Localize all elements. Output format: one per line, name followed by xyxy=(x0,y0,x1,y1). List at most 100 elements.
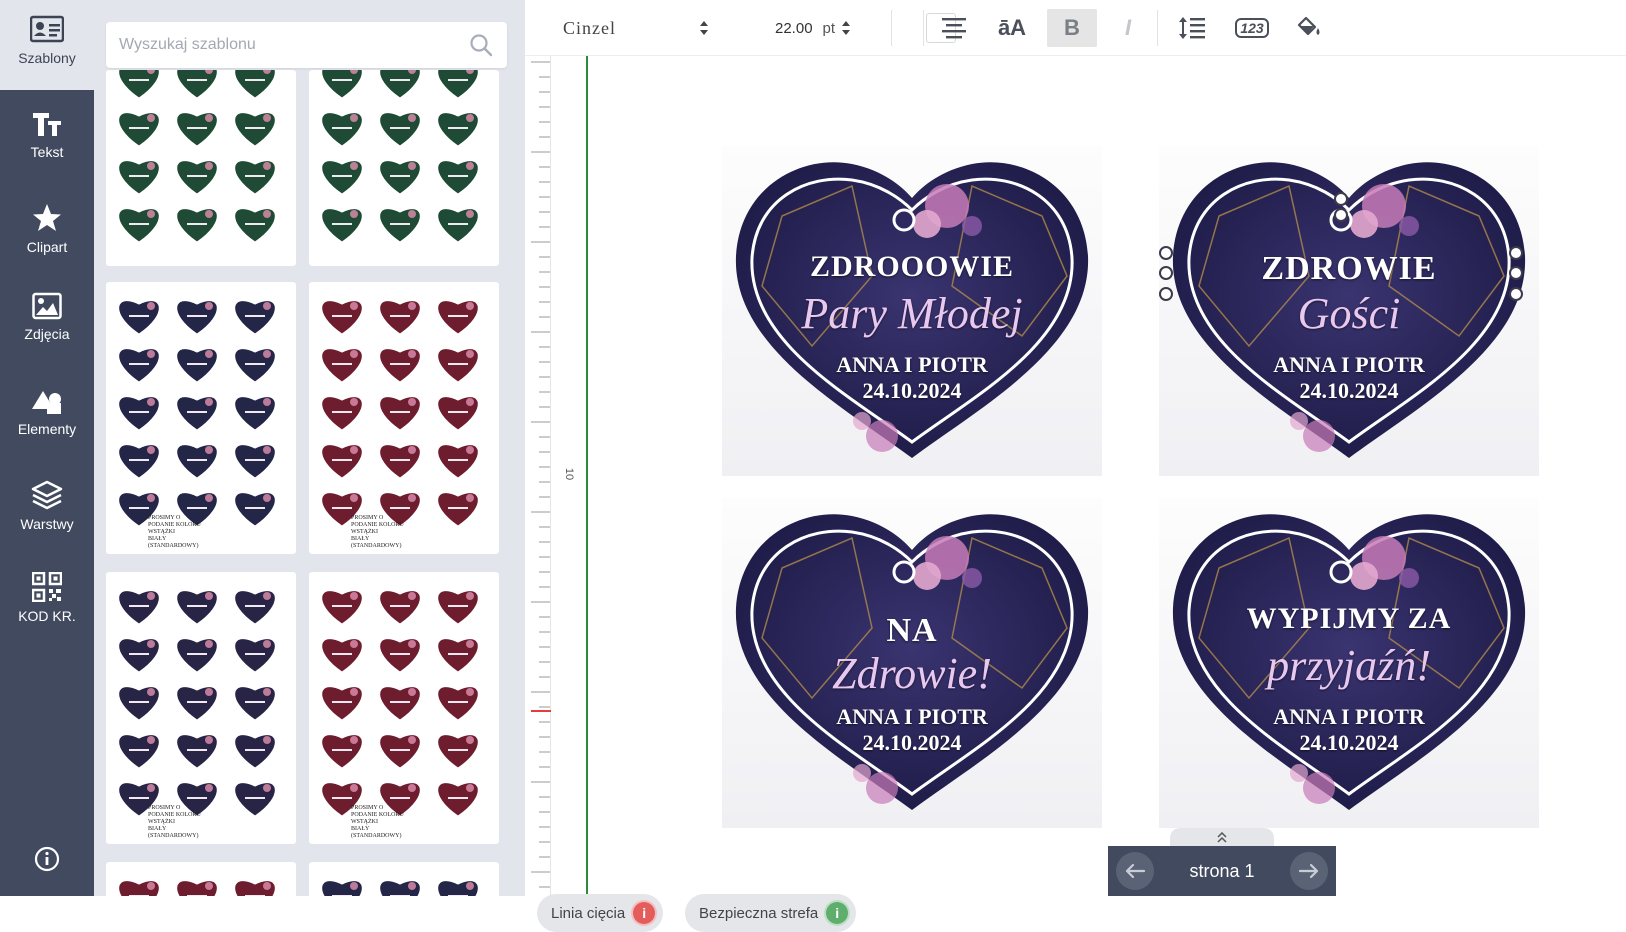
font-unit: pt xyxy=(822,19,836,37)
resize-handle[interactable] xyxy=(1334,208,1348,222)
nav-label: Zdjęcia xyxy=(24,326,70,342)
resize-handle[interactable] xyxy=(1509,246,1523,260)
heart-tag-card[interactable]: ZDROOOWIE Pary Młodej ANNA I PIOTR 24.10.20… xyxy=(722,146,1102,476)
nav-label: Clipart xyxy=(26,239,68,255)
script[interactable]: Zdrowie! xyxy=(722,648,1102,699)
date[interactable]: 24.10.2024 xyxy=(1159,730,1539,756)
design-canvas: 10 ZDROOOWIE Pary Młodej ANNA I PIOTR 24.10… xyxy=(525,56,1626,932)
info-button[interactable] xyxy=(0,846,94,872)
toolbar-divider xyxy=(1157,10,1158,46)
shapes-icon xyxy=(32,391,61,414)
template-search-input[interactable] xyxy=(106,22,456,68)
safe-zone-label: Bezpieczna strefa xyxy=(699,904,819,922)
nav-item-clipart[interactable]: Clipart xyxy=(0,203,94,255)
template-thumbnail[interactable] xyxy=(106,862,296,896)
ruler-ticks xyxy=(531,56,551,896)
line-height-icon xyxy=(1179,17,1205,39)
heart-tag-card[interactable]: NA Zdrowie! ANNA I PIOTR 24.10.2024 xyxy=(722,498,1102,828)
template-footer: PROSIMY O PODANIE KOLORU WSTĄŻKIBIAŁY (S… xyxy=(351,805,471,840)
title[interactable]: ZDROOOWIE xyxy=(722,250,1102,284)
cut-line-info-icon[interactable]: i xyxy=(631,900,658,926)
script[interactable]: Gości xyxy=(1159,288,1539,339)
safe-zone-toggle[interactable]: Bezpieczna strefa i xyxy=(685,894,857,932)
ribbon-default: BIAŁY (STANDARDOWY) xyxy=(351,536,402,549)
resize-handle[interactable] xyxy=(1159,266,1173,280)
search-icon[interactable] xyxy=(469,33,493,57)
nav-item-layers[interactable]: Warstwy xyxy=(0,480,94,532)
names[interactable]: ANNA I PIOTR xyxy=(1159,352,1539,378)
script[interactable]: przyjaźń! xyxy=(1159,640,1539,691)
font-family-value: Cinzel xyxy=(563,17,616,38)
date[interactable]: 24.10.2024 xyxy=(1159,378,1539,404)
template-thumbnail[interactable]: PROSIMY O PODANIE KOLORU WSTĄŻKIBIAŁY (S… xyxy=(106,282,296,554)
ribbon-default: BIAŁY (STANDARDOWY) xyxy=(148,826,199,839)
template-thumbnail[interactable]: PROSIMY O PODANIE KOLORU WSTĄŻKIBIAŁY (S… xyxy=(106,572,296,844)
template-thumbnail[interactable]: PROSIMY O PODANIE KOLORU WSTĄŻKIBIAŁY (S… xyxy=(309,282,499,554)
line-height-button[interactable] xyxy=(1167,0,1217,56)
template-preview xyxy=(321,880,479,896)
updown-arrows-icon xyxy=(700,21,708,35)
font-size-value[interactable]: 22.00 xyxy=(775,20,813,37)
next-page-button[interactable] xyxy=(1289,852,1328,890)
names[interactable]: ANNA I PIOTR xyxy=(722,704,1102,730)
vertical-ruler: 10 xyxy=(525,56,587,896)
title[interactable]: WYPIJMY ZA xyxy=(1159,602,1539,636)
title[interactable]: ZDROWIE xyxy=(1159,250,1539,288)
names[interactable]: ANNA I PIOTR xyxy=(1159,704,1539,730)
font-size-control[interactable]: 22.00 pt xyxy=(765,0,875,56)
template-thumbnail[interactable] xyxy=(309,862,499,896)
align-center-icon xyxy=(942,18,966,39)
main-nav: Szablony Tekst Clipart Zdjęcia Elementy xyxy=(0,0,94,896)
resize-handle[interactable] xyxy=(1159,246,1173,260)
safe-zone-info-icon[interactable]: i xyxy=(824,900,851,926)
template-thumbnail[interactable] xyxy=(106,70,296,266)
ruler-label: 10 xyxy=(563,467,576,481)
safe-zone-guide xyxy=(586,56,588,896)
nav-item-templates[interactable]: Szablony xyxy=(0,0,94,90)
template-thumbnail[interactable]: PROSIMY O PODANIE KOLORU WSTĄŻKIBIAŁY (S… xyxy=(309,572,499,844)
info-icon xyxy=(34,846,60,872)
nav-label: KOD KR. xyxy=(18,608,76,624)
number-format-button[interactable]: 123 xyxy=(1227,0,1277,56)
prev-page-button[interactable] xyxy=(1116,852,1154,890)
resize-handle[interactable] xyxy=(1509,266,1523,280)
text-toolbar: Cinzel 22.00 pt āA B I 123 xyxy=(525,0,1626,56)
pages-expand-tab[interactable] xyxy=(1170,828,1274,848)
id-card-icon xyxy=(30,15,64,43)
number-format-icon: 123 xyxy=(1235,18,1269,38)
template-preview xyxy=(118,300,276,527)
nav-item-elements[interactable]: Elementy xyxy=(0,389,94,437)
cut-line-toggle[interactable]: Linia cięcia i xyxy=(537,894,664,932)
template-search xyxy=(106,22,507,68)
fill-color-icon xyxy=(1297,16,1320,36)
resize-handle[interactable] xyxy=(1509,287,1523,301)
text-case-icon: āA xyxy=(997,15,1027,40)
template-footer: PROSIMY O PODANIE KOLORU WSTĄŻKIBIAŁY (S… xyxy=(351,515,471,550)
ribbon-note: PROSIMY O PODANIE KOLORU WSTĄŻKI xyxy=(148,515,201,535)
text-case-button[interactable]: āA xyxy=(987,0,1037,56)
title[interactable]: NA xyxy=(722,612,1102,650)
font-family-select[interactable]: Cinzel xyxy=(525,0,725,56)
template-preview xyxy=(321,300,479,527)
script[interactable]: Pary Młodej xyxy=(722,288,1102,339)
template-thumbnail[interactable] xyxy=(309,70,499,266)
font-size-stepper-icon[interactable] xyxy=(841,20,851,36)
names[interactable]: ANNA I PIOTR xyxy=(722,352,1102,378)
resize-handle[interactable] xyxy=(1334,192,1348,206)
ribbon-note: PROSIMY O PODANIE KOLORU WSTĄŻKI xyxy=(351,805,404,825)
nav-item-qr-code[interactable]: KOD KR. xyxy=(0,572,94,624)
heart-tag-card[interactable]: WYPIJMY ZA przyjaźń! ANNA I PIOTR 24.10.202… xyxy=(1159,498,1539,828)
fill-color-button[interactable] xyxy=(1285,0,1335,56)
ribbon-default: BIAŁY (STANDARDOWY) xyxy=(148,536,199,549)
chevron-up-double-icon xyxy=(1217,832,1227,843)
date[interactable]: 24.10.2024 xyxy=(722,378,1102,404)
cut-line-label: Linia cięcia xyxy=(551,904,626,922)
resize-handle[interactable] xyxy=(1159,287,1173,301)
nav-item-photos[interactable]: Zdjęcia xyxy=(0,292,94,342)
italic-button[interactable]: I xyxy=(1103,0,1153,56)
heart-tag-card[interactable]: ZDROWIE Gości ANNA I PIOTR 24.10.2024 xyxy=(1159,146,1539,476)
nav-item-text[interactable]: Tekst xyxy=(0,110,94,160)
date[interactable]: 24.10.2024 xyxy=(722,730,1102,756)
align-center-button[interactable] xyxy=(929,0,979,56)
bold-button[interactable]: B xyxy=(1047,9,1097,47)
